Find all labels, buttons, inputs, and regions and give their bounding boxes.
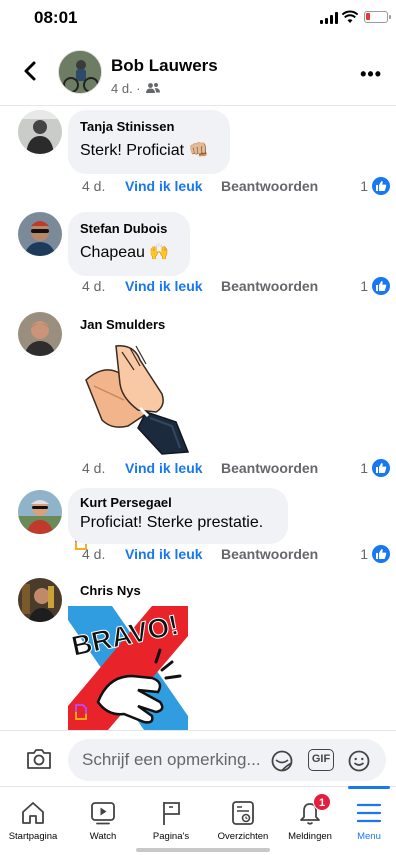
reply-button[interactable]: Beantwoorden: [221, 176, 318, 196]
commenter-avatar[interactable]: [18, 490, 62, 534]
tab-feeds[interactable]: Overzichten: [210, 787, 276, 855]
signal-icon: [320, 12, 338, 24]
like-button[interactable]: Vind ik leuk: [125, 458, 203, 478]
wifi-icon: [342, 10, 358, 23]
tab-menu[interactable]: Menu: [344, 786, 394, 855]
commenter-avatar[interactable]: [18, 212, 62, 256]
commenter-avatar[interactable]: [18, 312, 62, 356]
sticker-badge-icon: [75, 704, 87, 720]
gif-button[interactable]: GIF: [308, 749, 334, 771]
camera-icon[interactable]: [25, 747, 53, 771]
chevron-left-icon[interactable]: [20, 60, 42, 82]
comment-text: Chapeau 🙌: [80, 244, 170, 261]
comment-age: 4 d.: [82, 178, 106, 194]
thumbs-up-icon: [372, 545, 390, 563]
comment-item: Jan Smulders 4 d. Vind ik leuk Beantwoor…: [0, 306, 396, 550]
reaction-number: 1: [360, 178, 368, 194]
commenter-avatar[interactable]: [18, 578, 62, 622]
comment-composer: Schrijf een opmerking... GIF: [0, 730, 396, 786]
more-options-button[interactable]: •••: [360, 64, 382, 85]
friends-icon: [146, 83, 160, 93]
comment-author[interactable]: Chris Nys: [80, 582, 141, 600]
menu-icon: [356, 803, 382, 823]
reply-button[interactable]: Beantwoorden: [221, 276, 318, 296]
comment-text: Sterk! Proficiat 👊🏼: [80, 142, 209, 159]
comment-list[interactable]: Tanja Stinissen Sterk! Proficiat 👊🏼 4 d.…: [0, 106, 396, 730]
comment-author[interactable]: Stefan Dubois: [80, 220, 178, 238]
tab-label: Menu: [357, 831, 381, 842]
like-button[interactable]: Vind ik leuk: [125, 544, 203, 564]
like-button[interactable]: Vind ik leuk: [125, 276, 203, 296]
bottom-tab-bar: Startpagina Watch Pagina's Overzichten 1…: [0, 786, 396, 855]
watch-icon: [91, 802, 115, 825]
clapping-hands-sticker[interactable]: [76, 340, 196, 460]
status-time: 08:01: [34, 8, 78, 27]
reaction-number: 1: [360, 278, 368, 294]
comment-bubble[interactable]: Tanja Stinissen Sterk! Proficiat 👊🏼: [68, 110, 230, 174]
comment-actions: 4 d. Vind ik leuk Beantwoorden: [82, 544, 382, 564]
tab-label: Pagina's: [152, 831, 190, 842]
tab-label: Watch: [89, 831, 117, 842]
reaction-count[interactable]: 1: [360, 176, 390, 196]
reaction-count[interactable]: 1: [360, 458, 390, 478]
sticker-icon[interactable]: [270, 749, 294, 773]
reaction-number: 1: [360, 460, 368, 476]
comment-bubble[interactable]: Kurt Persegael Proficiat! Sterke prestat…: [68, 488, 288, 544]
post-header: Bob Lauwers 4 d. · •••: [0, 36, 396, 106]
comment-bubble[interactable]: Stefan Dubois Chapeau 🙌: [68, 212, 190, 276]
like-button[interactable]: Vind ik leuk: [125, 176, 203, 196]
author-name[interactable]: Bob Lauwers: [111, 56, 218, 76]
thumbs-up-icon: [372, 459, 390, 477]
comment-author[interactable]: Tanja Stinissen: [80, 118, 218, 136]
comment-author[interactable]: Kurt Persegael: [80, 494, 276, 512]
comment-actions: 4 d. Vind ik leuk Beantwoorden: [82, 176, 382, 196]
emoji-icon[interactable]: [347, 749, 371, 773]
tab-label: Overzichten: [217, 831, 269, 842]
comment-item: Stefan Dubois Chapeau 🙌 4 d. Vind ik leu…: [0, 206, 396, 306]
tab-watch[interactable]: Watch: [70, 787, 136, 855]
home-indicator: [136, 848, 270, 852]
tab-home[interactable]: Startpagina: [0, 787, 66, 855]
author-avatar[interactable]: [58, 50, 102, 94]
reply-button[interactable]: Beantwoorden: [221, 458, 318, 478]
battery-icon: [364, 11, 391, 23]
comment-age: 4 d.: [82, 278, 106, 294]
feeds-icon: [232, 801, 254, 825]
comment-actions: 4 d. Vind ik leuk Beantwoorden: [82, 458, 382, 478]
reaction-number: 1: [360, 546, 368, 562]
comment-item: Kurt Persegael Proficiat! Sterke prestat…: [0, 486, 396, 576]
comment-item: Tanja Stinissen Sterk! Proficiat 👊🏼 4 d.…: [0, 106, 396, 206]
reaction-count[interactable]: 1: [360, 276, 390, 296]
flag-icon: [163, 802, 180, 825]
reply-button[interactable]: Beantwoorden: [221, 544, 318, 564]
comment-actions: 4 d. Vind ik leuk Beantwoorden: [82, 276, 382, 296]
comment-age: 4 d.: [82, 460, 106, 476]
comment-item: Chris Nys BRAVO!: [0, 576, 396, 730]
tab-notifications[interactable]: 1 Meldingen: [277, 787, 343, 855]
commenter-avatar[interactable]: [18, 110, 62, 154]
tab-label: Meldingen: [288, 831, 332, 842]
comment-author[interactable]: Jan Smulders: [80, 316, 165, 334]
tab-pages[interactable]: Pagina's: [138, 787, 204, 855]
tab-label: Startpagina: [8, 831, 58, 842]
thumbs-up-icon: [372, 277, 390, 295]
notification-badge: 1: [313, 793, 331, 811]
comment-age: 4 d.: [82, 546, 106, 562]
status-bar: 08:01: [0, 0, 396, 36]
comment-text: Proficiat! Sterke prestatie.: [80, 514, 264, 531]
post-meta: 4 d. ·: [111, 81, 141, 96]
thumbs-up-icon: [372, 177, 390, 195]
reaction-count[interactable]: 1: [360, 544, 390, 564]
home-icon: [22, 802, 44, 824]
